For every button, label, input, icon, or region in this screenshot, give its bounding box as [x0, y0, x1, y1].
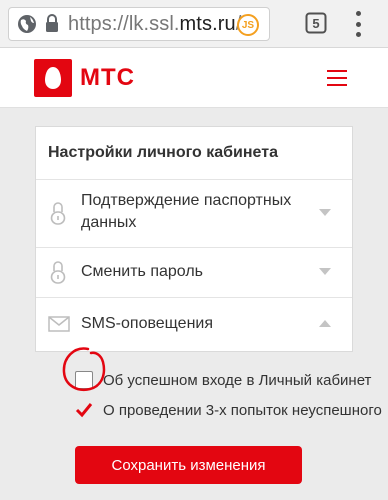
dot-icon	[355, 32, 361, 37]
globe-icon	[16, 13, 38, 35]
tab-switcher-button[interactable]: 5	[305, 12, 327, 34]
svg-text:5: 5	[312, 16, 319, 31]
sms-option-login-success[interactable]: Об успешном входе в Личный кабинет	[75, 371, 371, 389]
dot-icon	[355, 11, 361, 16]
url-text: https://lk.ssl.mts.ru/	[68, 12, 242, 35]
option-label: Об успешном входе в Личный кабинет	[103, 371, 372, 389]
browser-menu-button[interactable]	[354, 11, 362, 37]
sms-option-failed-attempts[interactable]: О проведении 3-х попыток неуспешного	[75, 401, 382, 419]
address-bar[interactable]: https://lk.ssl.mts.ru/ JS	[8, 7, 270, 41]
lock-icon	[50, 260, 66, 291]
annotation-circle-icon	[62, 347, 106, 391]
padlock-icon	[42, 13, 62, 35]
browser-toolbar: https://lk.ssl.mts.ru/ JS 5	[0, 0, 388, 48]
row-label: Подтверждение паспортных данных	[81, 192, 292, 231]
egg-logo-icon	[34, 59, 72, 97]
option-label: О проведении 3-х попыток неуспешного	[103, 401, 382, 419]
hamburger-menu-icon[interactable]	[327, 70, 347, 86]
js-extension-icon[interactable]: JS	[237, 14, 259, 36]
row-label: SMS-оповещения	[81, 315, 213, 332]
row-sms-notifications[interactable]: SMS-оповещения	[36, 297, 352, 351]
row-label: Сменить пароль	[81, 263, 204, 280]
checkmark-icon[interactable]	[75, 401, 93, 419]
envelope-icon	[48, 316, 70, 337]
dot-icon	[355, 21, 361, 27]
save-button[interactable]: Сохранить изменения	[75, 446, 302, 484]
logo-text: МТС	[80, 64, 135, 91]
settings-panel: Настройки личного кабинета Подтверждение…	[35, 126, 353, 352]
mts-logo[interactable]: МТС	[34, 59, 135, 97]
site-header: МТС	[0, 48, 388, 108]
chevron-down-icon	[319, 268, 331, 275]
chevron-down-icon	[319, 209, 331, 216]
row-passport-confirmation[interactable]: Подтверждение паспортных данных	[36, 179, 352, 247]
lock-icon	[50, 201, 66, 232]
chevron-up-icon	[319, 320, 331, 327]
row-change-password[interactable]: Сменить пароль	[36, 247, 352, 297]
panel-title: Настройки личного кабинета	[48, 144, 278, 161]
